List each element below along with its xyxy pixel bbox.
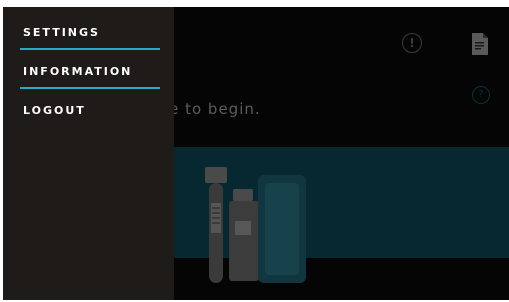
- menu-item-logout[interactable]: LOGOUT: [3, 91, 174, 129]
- navigation-drawer: SETTINGS INFORMATION LOGOUT: [3, 7, 174, 300]
- menu-item-label: LOGOUT: [23, 103, 86, 117]
- help-icon[interactable]: ?: [472, 86, 490, 104]
- menu-divider: [20, 48, 160, 50]
- alert-icon[interactable]: !: [402, 33, 422, 53]
- test-kit-illustration: [205, 167, 306, 283]
- menu-item-information[interactable]: INFORMATION: [3, 52, 174, 90]
- menu-item-label: SETTINGS: [23, 25, 100, 39]
- app-screen: ! ? le code to begin. SETTINGS INFORMATI…: [3, 7, 509, 300]
- document-icon[interactable]: [470, 32, 490, 56]
- menu-divider: [20, 87, 160, 89]
- menu-item-settings[interactable]: SETTINGS: [3, 13, 174, 51]
- menu-item-label: INFORMATION: [23, 64, 133, 78]
